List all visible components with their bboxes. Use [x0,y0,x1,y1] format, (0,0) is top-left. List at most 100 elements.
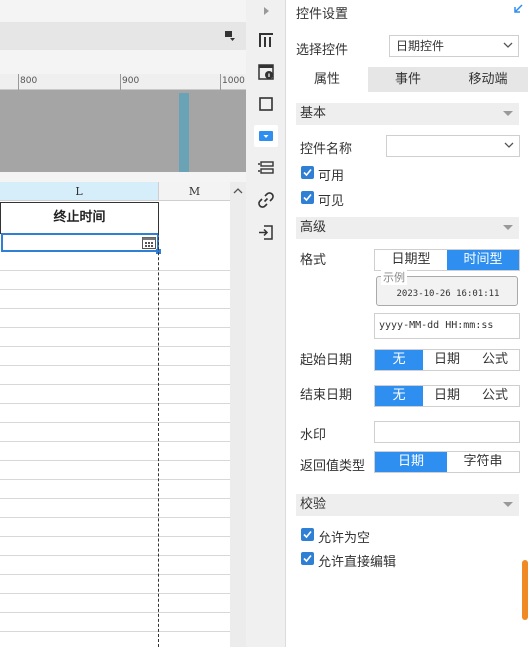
format-option-date[interactable]: 日期型 [375,250,447,270]
check-icon [303,193,312,202]
grid-row[interactable] [0,556,230,575]
ruler-label: 1000 [222,76,245,86]
end-option-formula[interactable]: 公式 [471,386,519,406]
grid-row[interactable] [0,442,230,461]
grid-row[interactable] [0,290,230,309]
section-basic-title: 基本 [300,106,327,121]
grid-row[interactable] [0,632,230,647]
tab-mobile[interactable]: 移动端 [448,67,528,92]
collapse-arrow-icon[interactable] [512,3,524,15]
hyperlink-icon[interactable] [254,189,278,211]
import-icon[interactable] [254,221,278,243]
grid-row[interactable] [0,480,230,499]
frame-icon[interactable] [254,93,278,115]
vertical-scrollbar[interactable] [230,182,246,647]
format-option-time[interactable]: 时间型 [447,250,519,270]
grid-row[interactable] [0,385,230,404]
grid-row[interactable] [0,499,230,518]
design-canvas[interactable] [0,90,246,172]
start-option-date[interactable]: 日期 [423,350,471,370]
widget-name-label: 控件名称 [300,142,353,157]
grid-row[interactable] [0,575,230,594]
chevron-down-icon [503,42,513,48]
expand-arrow-icon[interactable] [254,0,278,22]
grid-row[interactable] [0,366,230,385]
check-icon [303,530,312,539]
format-label: 格式 [300,253,327,268]
return-option-date[interactable]: 日期 [375,452,447,472]
sheet-toolbar [0,22,246,50]
allow-empty-label: 允许为空 [318,531,371,546]
section-validation-title: 校验 [300,497,327,512]
tab-properties[interactable]: 属性 [286,67,368,92]
ruler-label: 800 [20,76,38,86]
collapse-caret-icon [503,502,513,507]
return-type-toggle: 日期 字符串 [374,451,520,473]
grid-row[interactable] [0,404,230,423]
widget-type-select[interactable]: 日期控件 [389,35,519,57]
widget-type-value: 日期控件 [396,39,445,53]
panel-scroll-thumb[interactable] [522,560,528,620]
allow-empty-checkbox[interactable] [301,528,314,541]
example-value: 2023-10-26 16:01:11 [396,289,500,299]
grid-row[interactable] [0,328,230,347]
start-date-label: 起始日期 [300,353,353,368]
start-option-none[interactable]: 无 [375,350,423,370]
spreadsheet-grid[interactable]: L M 终止时间 [0,182,246,647]
collapse-caret-icon [503,225,513,230]
widget-name-input[interactable] [386,135,520,157]
example-legend: 示例 [381,269,407,285]
ruler-label: 900 [122,76,140,86]
enabled-label: 可用 [318,169,345,184]
grid-row[interactable] [0,613,230,632]
end-option-none[interactable]: 无 [375,386,423,406]
grid-row[interactable] [0,271,230,290]
condition-icon[interactable] [254,157,278,179]
widget-settings-panel: 控件设置 选择控件 日期控件 属性 事件 移动端 基本 控件名称 可用 可见 高… [286,0,528,647]
check-icon [303,168,312,177]
header-cell[interactable]: 终止时间 [0,202,159,234]
paint-dropdown-icon[interactable] [224,30,236,42]
property-icon-bar [246,0,286,647]
return-option-string[interactable]: 字符串 [447,452,519,472]
widget-icon[interactable] [254,125,278,147]
chevron-up-icon[interactable] [232,186,244,196]
watermark-input[interactable] [374,421,520,443]
grid-row[interactable] [0,594,230,613]
grid-row[interactable] [0,309,230,328]
grid-row[interactable] [0,518,230,537]
format-pattern-input[interactable]: yyyy-MM-dd HH:mm:ss [374,313,520,339]
cell-layout-icon[interactable] [254,29,278,51]
section-basic[interactable]: 基本 [296,103,519,125]
allow-edit-checkbox[interactable] [301,552,314,565]
start-option-formula[interactable]: 公式 [471,350,519,370]
column-header-l[interactable]: L [0,182,158,201]
section-advanced[interactable]: 高级 [296,217,519,239]
collapse-caret-icon [503,111,513,116]
tab-events[interactable]: 事件 [368,67,448,92]
return-type-label: 返回值类型 [300,459,366,474]
visible-checkbox[interactable] [301,191,314,204]
watermark-label: 水印 [300,428,327,443]
selected-cell[interactable] [1,233,159,252]
grid-row[interactable] [0,423,230,442]
select-widget-label: 选择控件 [296,43,349,58]
start-date-toggle: 无 日期 公式 [374,349,520,371]
enabled-checkbox[interactable] [301,166,314,179]
column-header-m[interactable]: M [158,182,230,201]
format-toggle: 日期型 时间型 [374,249,520,271]
grid-row[interactable] [0,347,230,366]
cell-info-icon[interactable] [254,61,278,83]
end-date-label: 结束日期 [300,388,353,403]
grid-row[interactable] [0,252,230,271]
grid-row[interactable] [0,461,230,480]
grid-row[interactable] [0,537,230,556]
check-icon [303,554,312,563]
page-break-line [158,202,159,647]
end-option-date[interactable]: 日期 [423,386,471,406]
visible-label: 可见 [318,194,345,209]
panel-tabs: 属性 事件 移动端 [286,67,528,92]
panel-title: 控件设置 [296,7,349,22]
section-advanced-title: 高级 [300,220,327,235]
section-validation[interactable]: 校验 [296,494,519,516]
